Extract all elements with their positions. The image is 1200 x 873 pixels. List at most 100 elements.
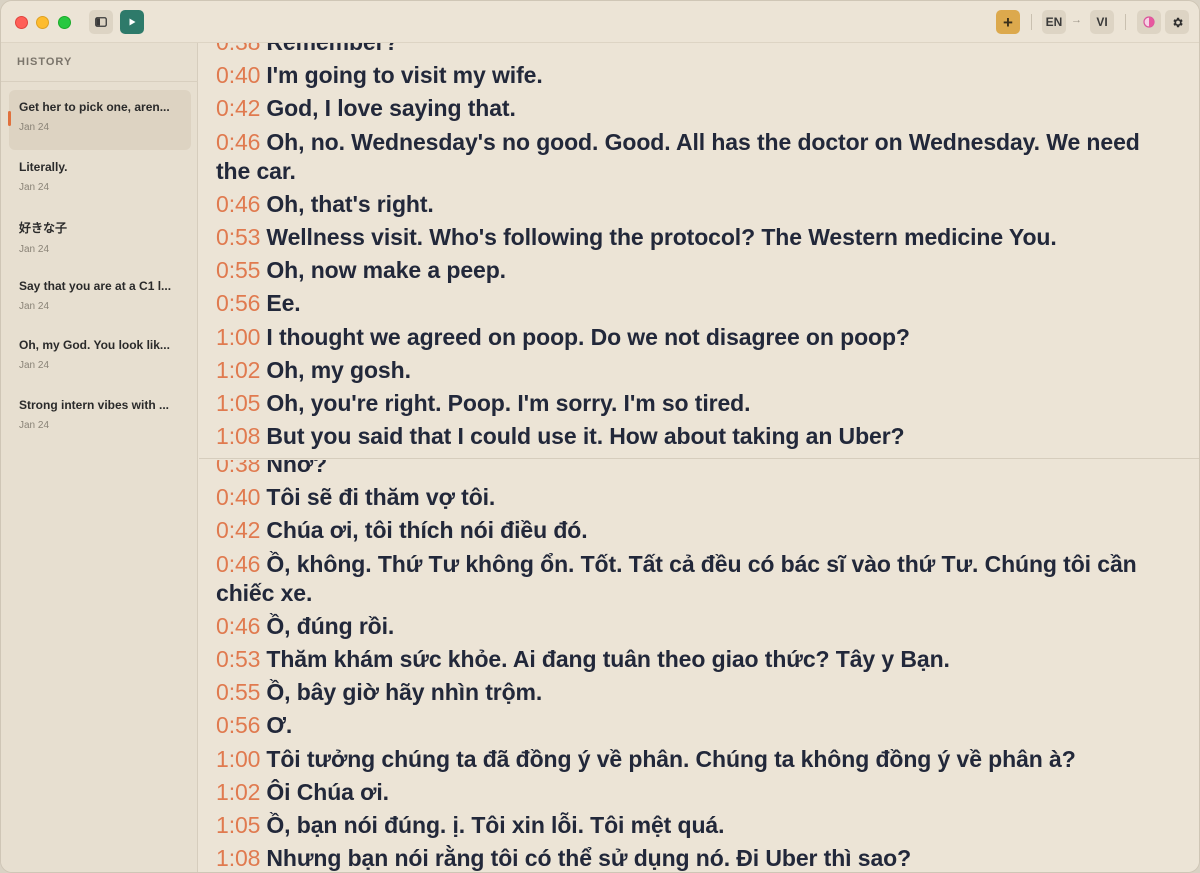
history-item-date: Jan 24: [19, 360, 50, 371]
original-transcript-lines: 0:38 Remember? 0:40I'm going to visit my w…: [216, 43, 1170, 455]
transcript-text: Oh, now make a peep.: [266, 257, 506, 284]
history-item[interactable]: 好きな子 Jan 24: [9, 209, 191, 269]
play-button[interactable]: [120, 10, 144, 34]
timestamp[interactable]: 0:40: [216, 62, 260, 88]
source-language-button[interactable]: EN: [1042, 10, 1066, 34]
transcript-line[interactable]: 0:42 God, I love saying that.: [216, 94, 1170, 123]
settings-button[interactable]: [1165, 10, 1189, 34]
app-window: + EN → VI HISTORY Get her to pick one, a…: [0, 0, 1200, 873]
history-heading: HISTORY: [17, 56, 73, 68]
history-item[interactable]: Oh, my God. You look lik... Jan 24: [9, 328, 191, 388]
minimize-window-button[interactable]: [36, 16, 49, 29]
transcript-line[interactable]: 0:53 Thăm khám sức khỏe. Ai đang tuân the…: [216, 645, 1170, 674]
add-button[interactable]: +: [996, 10, 1020, 34]
transcript-text: Oh, no. Wednesday's no good. Good. All h…: [216, 128, 1140, 184]
transcript-line[interactable]: 1:05 Ồ, bạn nói đúng. ị. Tôi xin lỗi. Tôi…: [216, 811, 1170, 840]
sidebar-toggle-button[interactable]: [89, 10, 113, 34]
gear-icon: [1172, 17, 1183, 27]
history-item-date: Jan 24: [19, 419, 50, 431]
timestamp[interactable]: 1:02: [216, 779, 260, 805]
transcript-line[interactable]: 1:08 But you said that I could use it. Ho…: [216, 422, 1170, 451]
timestamp[interactable]: 0:38: [216, 43, 260, 55]
translated-transcript-pane[interactable]: 0:38 Nhớ? 0:40 Tôi sẽ đi thăm vợ tôi. 0:42 Ch…: [199, 460, 1199, 872]
timestamp[interactable]: 1:00: [216, 324, 260, 350]
transcript-text: Ơ.: [266, 712, 293, 739]
transcript-line[interactable]: 0:46 Ồ, đúng rồi.: [216, 612, 1170, 641]
timestamp[interactable]: 0:53: [216, 646, 260, 672]
transcript-line[interactable]: 1:05 Oh, you're right. Poop. I'm sorry. I…: [216, 389, 1170, 418]
history-item-date: Jan 24: [19, 300, 50, 312]
transcript-line[interactable]: 1:02 Ôi Chúa ơi.: [216, 778, 1170, 807]
transcript-line[interactable]: 0:46 Ồ, không. Thứ Tư không ổn. Tốt. Tất …: [216, 550, 1170, 608]
history-item[interactable]: Literally. Jan 24: [9, 150, 191, 210]
timestamp[interactable]: 1:00: [216, 746, 260, 772]
history-item-date: Jan 24: [19, 122, 50, 133]
history-item-title: Say that you are at a C1 l...: [19, 278, 172, 293]
original-transcript-pane[interactable]: 0:38 Remember? 0:40I'm going to visit my w…: [199, 43, 1199, 459]
timestamp[interactable]: 0:56: [216, 712, 260, 738]
transcript-line[interactable]: 0:38 Remember?: [216, 43, 1170, 57]
transcript-text: Wellness visit. Who's following the prot…: [266, 223, 1057, 250]
close-window-button[interactable]: [15, 16, 28, 29]
history-item-date: Jan 24: [19, 244, 50, 255]
transcript-line[interactable]: 0:46 Oh, that's right.: [216, 190, 1170, 219]
timestamp[interactable]: 0:46: [216, 613, 260, 639]
transcript-line[interactable]: 0:53 Wellness visit. Who's following the …: [216, 223, 1170, 252]
history-item-title: 好きな子: [19, 221, 68, 235]
transcript-text: I thought we agreed on poop. Do we not d…: [266, 323, 910, 350]
timestamp[interactable]: 1:08: [216, 423, 260, 449]
transcript-line[interactable]: 0:56 Ơ.: [216, 711, 1170, 740]
transcript-line[interactable]: 1:08 Nhưng bạn nói rằng tôi có thể sử dụn…: [216, 844, 1170, 872]
transcript-text: Remember?: [266, 43, 398, 55]
sidebar-icon: [95, 17, 107, 27]
transcript-line[interactable]: 0:55 Oh, now make a peep.: [216, 256, 1170, 285]
timestamp[interactable]: 0:56: [216, 290, 260, 316]
history-item[interactable]: Strong intern vibes with ... Jan 24: [9, 388, 191, 448]
timestamp[interactable]: 1:05: [216, 812, 260, 838]
history-sidebar: HISTORY Get her to pick one, aren... Jan …: [1, 43, 198, 872]
timestamp[interactable]: 1:05: [216, 390, 260, 416]
timestamp[interactable]: 0:38: [216, 460, 260, 477]
timestamp[interactable]: 0:40: [216, 484, 260, 510]
transcript-text: Ôi Chúa ơi.: [266, 778, 389, 805]
timestamp[interactable]: 0:55: [216, 257, 260, 283]
title-bar: + EN → VI: [1, 1, 1199, 43]
transcript-text: Chúa ơi, tôi thích nói điều đó.: [266, 517, 588, 544]
transcript-line[interactable]: 0:55 Ồ, bây giờ hãy nhìn trộm.: [216, 678, 1170, 707]
transcript-text: But you said that I could use it. How ab…: [266, 423, 905, 450]
transcript-line[interactable]: 1:00 Tôi tưởng chúng ta đã đồng ý về phân…: [216, 745, 1170, 774]
plus-icon: +: [1003, 12, 1013, 32]
transcript-text: Thăm khám sức khỏe. Ai đang tuân theo gi…: [266, 645, 950, 672]
transcript-line[interactable]: 0:56 Ee.: [216, 289, 1170, 318]
timestamp[interactable]: 0:42: [216, 95, 260, 121]
transcript-line[interactable]: 0:38 Nhớ?: [216, 460, 1170, 479]
transcript-line[interactable]: 0:46 Oh, no. Wednesday's no good. Good. A…: [216, 128, 1170, 186]
history-item[interactable]: Say that you are at a C1 l... Jan 24: [9, 269, 191, 329]
transcript-text: Oh, my gosh.: [266, 356, 411, 383]
timestamp[interactable]: 0:55: [216, 679, 260, 705]
history-item-title: Oh, my God. You look lik...: [19, 338, 170, 352]
target-language-button[interactable]: VI: [1090, 10, 1114, 34]
transcript-line[interactable]: 1:02 Oh, my gosh.: [216, 356, 1170, 385]
timestamp[interactable]: 0:46: [216, 551, 260, 577]
active-indicator: [8, 111, 11, 126]
transcript-line[interactable]: 0:42 Chúa ơi, tôi thích nói điều đó.: [216, 516, 1170, 545]
theme-toggle-button[interactable]: [1137, 10, 1161, 34]
history-item-title: Literally.: [19, 159, 68, 174]
transcript-line[interactable]: 1:00 I thought we agreed on poop. Do we n…: [216, 323, 1170, 352]
transcript-text: Nhớ?: [266, 460, 328, 477]
history-item[interactable]: Get her to pick one, aren... Jan 24: [8, 90, 191, 150]
timestamp[interactable]: 0:53: [216, 224, 260, 250]
timestamp[interactable]: 0:46: [216, 129, 260, 155]
timestamp[interactable]: 0:42: [216, 517, 260, 543]
transcript-line[interactable]: 0:40 Tôi sẽ đi thăm vợ tôi.: [216, 483, 1170, 512]
sidebar-divider: [1, 81, 198, 82]
timestamp[interactable]: 1:08: [216, 845, 260, 871]
zoom-window-button[interactable]: [58, 16, 71, 29]
transcript-line[interactable]: 0:40 I'm going to visit my wife.: [216, 61, 1170, 90]
transcript-text: Oh, you're right. Poop. I'm sorry. I'm s…: [266, 389, 751, 416]
history-item-title: Strong intern vibes with ...: [19, 397, 170, 412]
timestamp[interactable]: 1:02: [216, 357, 260, 383]
history-list: Get her to pick one, aren... Jan 24 Litera…: [8, 90, 191, 448]
timestamp[interactable]: 0:46: [216, 191, 260, 217]
